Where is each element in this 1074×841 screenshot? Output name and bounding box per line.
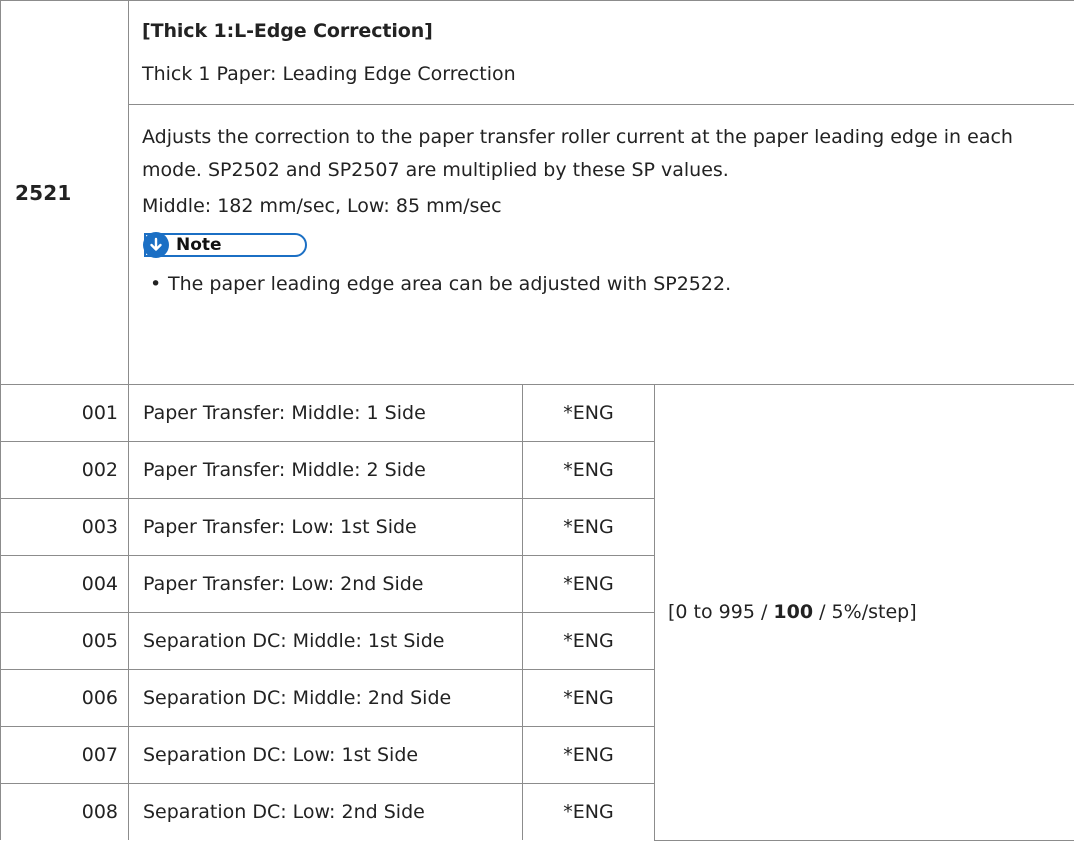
sp-title: [Thick 1:L-Edge Correction] xyxy=(142,20,1074,42)
description-cell: Adjusts the correction to the paper tran… xyxy=(129,105,1074,385)
range-suffix: / 5%/step] xyxy=(813,601,917,623)
range-prefix: [0 to 995 / xyxy=(668,601,773,623)
row-number: 005 xyxy=(1,613,129,670)
row-name: Separation DC: Middle: 2nd Side xyxy=(129,670,523,727)
row-number: 002 xyxy=(1,442,129,499)
row-name: Paper Transfer: Middle: 2 Side xyxy=(129,442,523,499)
row-number: 004 xyxy=(1,556,129,613)
row-type: *ENG xyxy=(523,499,655,556)
sp-number: 2521 xyxy=(1,1,129,385)
row-type: *ENG xyxy=(523,385,655,442)
row-type: *ENG xyxy=(523,613,655,670)
speeds-text: Middle: 182 mm/sec, Low: 85 mm/sec xyxy=(142,195,1074,217)
range-cell: [0 to 995 / 100 / 5%/step] xyxy=(655,385,1074,841)
row-type: *ENG xyxy=(523,727,655,784)
row-number: 003 xyxy=(1,499,129,556)
row-type: *ENG xyxy=(523,556,655,613)
range-default: 100 xyxy=(773,601,813,623)
table-row: 001 Paper Transfer: Middle: 1 Side *ENG … xyxy=(1,385,1074,442)
title-row: 2521 [Thick 1:L-Edge Correction] Thick 1… xyxy=(1,1,1074,105)
row-number: 007 xyxy=(1,727,129,784)
row-name: Separation DC: Middle: 1st Side xyxy=(129,613,523,670)
row-name: Paper Transfer: Low: 1st Side xyxy=(129,499,523,556)
note-label: Note xyxy=(176,235,222,255)
row-name: Separation DC: Low: 1st Side xyxy=(129,727,523,784)
row-number: 006 xyxy=(1,670,129,727)
sp-table: 2521 [Thick 1:L-Edge Correction] Thick 1… xyxy=(0,0,1074,841)
description-text: Adjusts the correction to the paper tran… xyxy=(142,121,1055,187)
note-list: The paper leading edge area can be adjus… xyxy=(150,273,1074,295)
row-type: *ENG xyxy=(523,670,655,727)
description-row: Adjusts the correction to the paper tran… xyxy=(1,105,1074,385)
row-name: Paper Transfer: Middle: 1 Side xyxy=(129,385,523,442)
note-header: Note xyxy=(144,233,307,257)
down-arrow-icon xyxy=(143,232,169,258)
sp-subtitle: Thick 1 Paper: Leading Edge Correction xyxy=(142,63,1074,85)
title-cell: [Thick 1:L-Edge Correction] Thick 1 Pape… xyxy=(129,1,1074,105)
note-item: The paper leading edge area can be adjus… xyxy=(150,273,1074,295)
row-type: *ENG xyxy=(523,442,655,499)
row-type: *ENG xyxy=(523,784,655,841)
row-name: Separation DC: Low: 2nd Side xyxy=(129,784,523,841)
row-number: 008 xyxy=(1,784,129,841)
row-name: Paper Transfer: Low: 2nd Side xyxy=(129,556,523,613)
row-number: 001 xyxy=(1,385,129,442)
